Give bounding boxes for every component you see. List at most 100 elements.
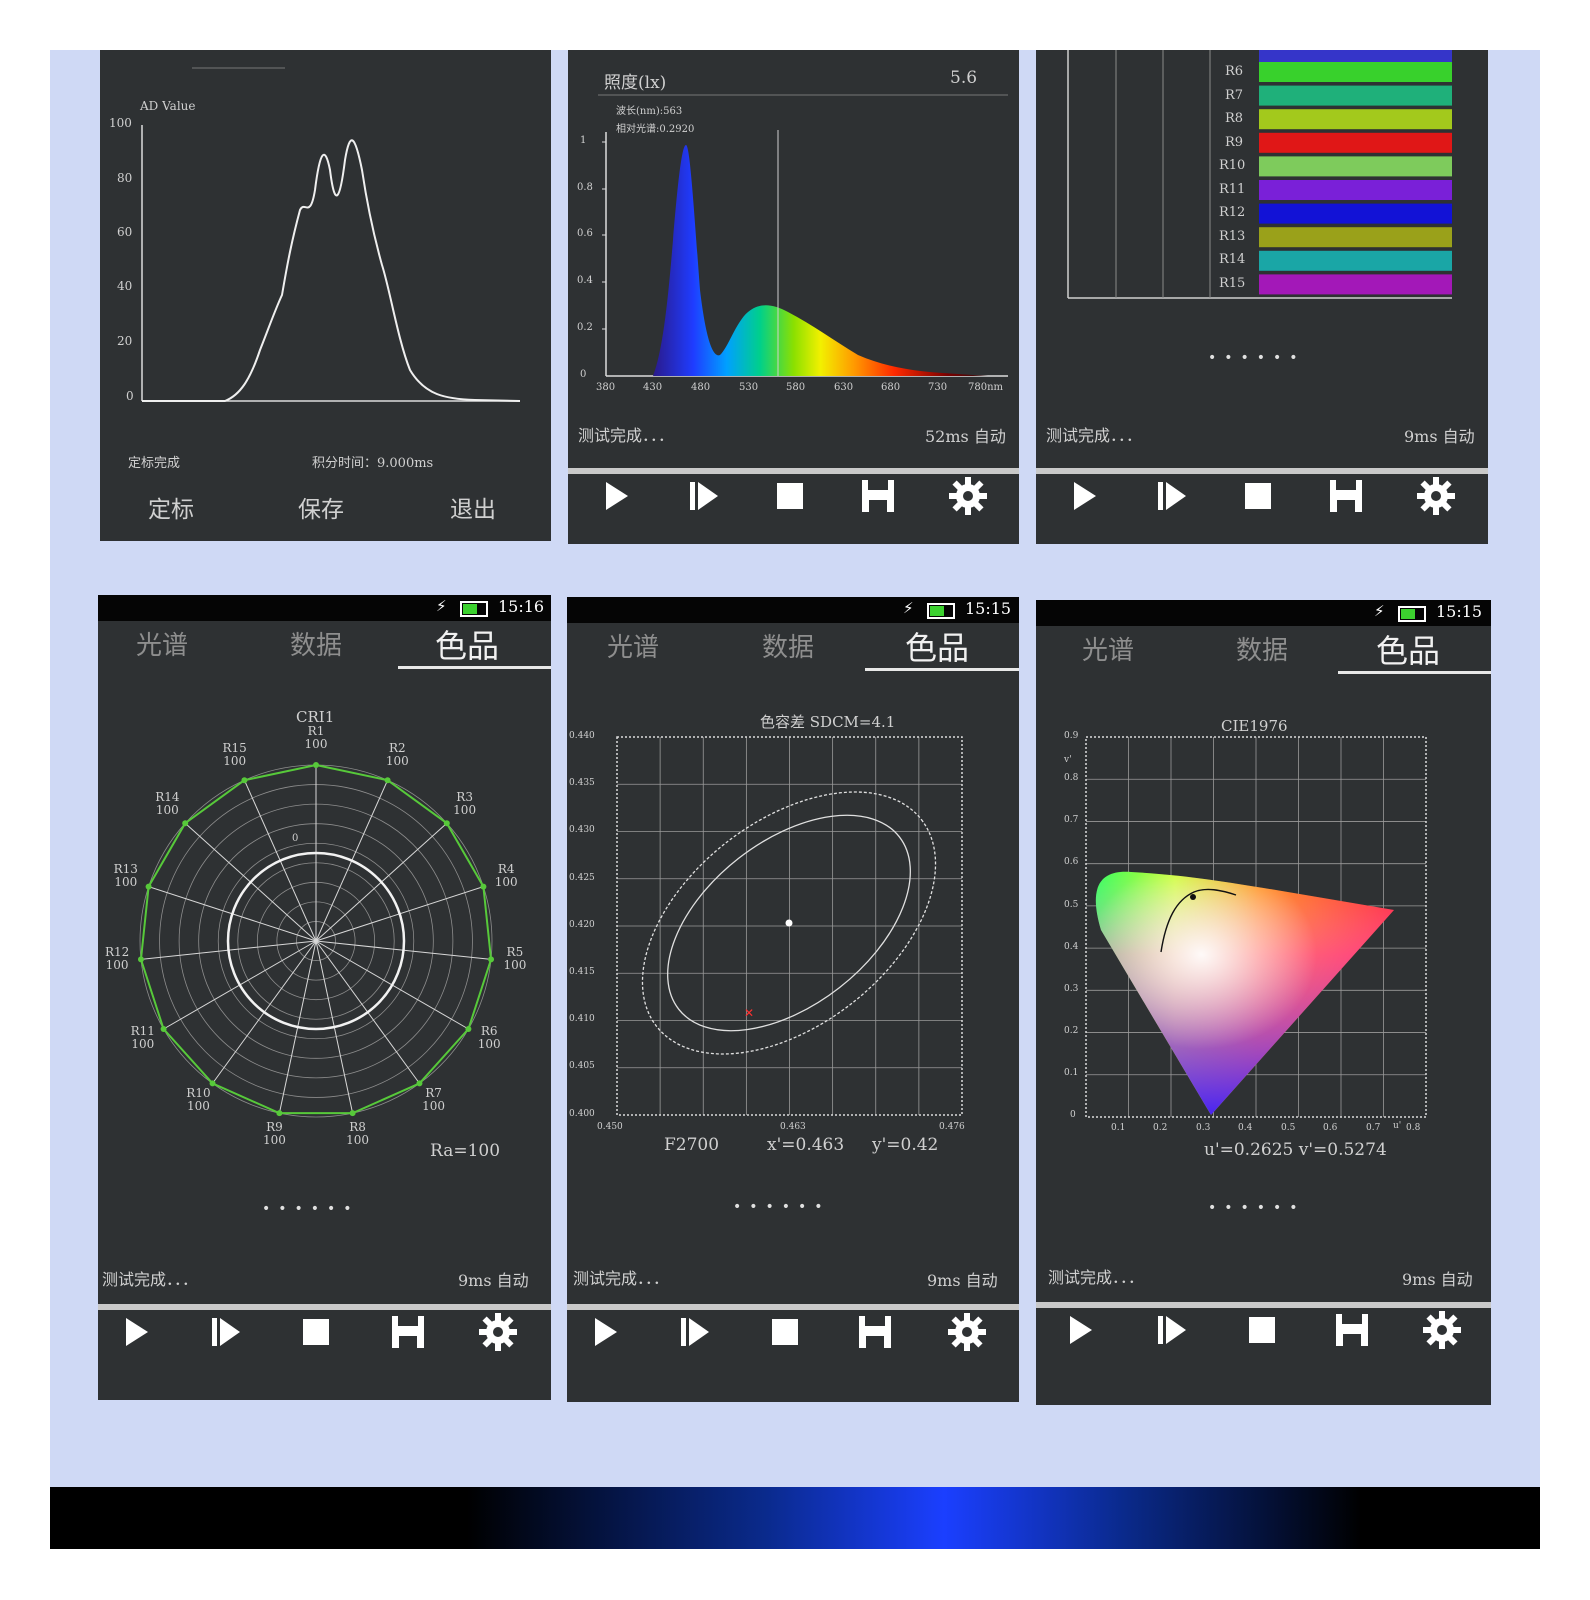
settings-icon[interactable] xyxy=(946,474,990,518)
cri-label: R2 100 xyxy=(385,741,409,769)
lux-label: 照度(lx) xyxy=(604,73,667,93)
y-tick: 80 xyxy=(117,171,133,185)
status-text: 测试完成．．． xyxy=(1046,426,1143,445)
settings-icon[interactable] xyxy=(1414,474,1458,518)
y-tick: 0.435 xyxy=(569,778,595,788)
lux-value: 5.6 xyxy=(950,68,978,88)
cri-label: R6 100 xyxy=(477,1024,501,1051)
ra-value: Ra=100 xyxy=(430,1141,501,1161)
x-tick: 0.3 xyxy=(1196,1123,1211,1133)
panel-spectrum: 照度(lx) 5.6 波长(nm):563 相对光谱:0.2920 1 0.8 … xyxy=(568,50,1019,544)
uv-readout: u'=0.2625 v'=0.5274 xyxy=(1204,1140,1387,1160)
toolbar xyxy=(567,1304,1019,1382)
toolbar xyxy=(1036,1302,1491,1380)
play-icon[interactable] xyxy=(1062,474,1106,518)
save-icon[interactable] xyxy=(386,1310,430,1354)
bar-label: R7 xyxy=(1225,88,1244,103)
stop-icon[interactable] xyxy=(294,1310,338,1354)
mode-text: 52ms 自动 xyxy=(925,427,1006,446)
y-tick: 40 xyxy=(117,279,133,293)
play-icon[interactable] xyxy=(594,474,638,518)
y-tick: 0.405 xyxy=(569,1061,595,1071)
status-text: 测试完成．．． xyxy=(573,1269,670,1288)
y-tick: 1 xyxy=(580,135,587,146)
mode-text: 9ms 自动 xyxy=(927,1271,998,1290)
toolbar xyxy=(1036,468,1488,544)
cri-label: R7 100 xyxy=(422,1085,445,1113)
page-indicator: •••••• xyxy=(733,1199,831,1215)
cri-point xyxy=(137,956,144,963)
y-tick: 0.430 xyxy=(569,825,595,835)
status-text: 测试完成．．． xyxy=(102,1270,199,1289)
play-icon[interactable] xyxy=(583,1310,627,1354)
settings-icon[interactable] xyxy=(476,1310,520,1354)
stop-icon[interactable] xyxy=(768,474,812,518)
cri-label: R9 100 xyxy=(262,1119,286,1147)
y-tick: 0 xyxy=(1070,1110,1076,1120)
calibrate-button[interactable]: 定标 xyxy=(148,490,194,524)
step-icon[interactable] xyxy=(682,474,726,518)
cri-label: R15 100 xyxy=(222,741,247,769)
exit-button[interactable]: 退出 xyxy=(450,490,496,524)
y-tick: 20 xyxy=(117,334,133,348)
page-indicator: •••••• xyxy=(1208,1200,1306,1216)
y-tick: 0.440 xyxy=(569,731,595,741)
y-tick: 0.420 xyxy=(569,920,595,930)
cri-label: R12 100 xyxy=(104,944,130,972)
step-icon[interactable] xyxy=(1150,1308,1194,1352)
y-tick: 0 xyxy=(580,369,587,380)
play-icon[interactable] xyxy=(114,1310,158,1354)
save-icon[interactable] xyxy=(853,1310,897,1354)
toolbar xyxy=(98,1304,551,1382)
cri-label: R13 100 xyxy=(113,862,138,890)
bar-label: R6 xyxy=(1225,64,1244,79)
x-tick: 0.463 xyxy=(780,1122,806,1132)
bottom-gradient-bar xyxy=(50,1487,1540,1549)
save-icon[interactable] xyxy=(856,474,900,518)
y-tick: 0.5 xyxy=(1064,900,1079,910)
panel-cri-radar: ⚡ 15:16 光谱 数据 色品 CRI1 0 R1 100 R2 100 R3 100 R… xyxy=(98,595,551,1400)
chart-title: CIE1976 xyxy=(1221,717,1288,735)
standard-label: F2700 xyxy=(664,1135,720,1155)
cri-point xyxy=(416,1080,423,1087)
save-icon[interactable] xyxy=(1330,1308,1374,1352)
x-tick: 580 xyxy=(786,382,806,393)
x-tick: 0.4 xyxy=(1238,1123,1253,1133)
x-tick: 0.6 xyxy=(1323,1123,1338,1133)
y-axis-label: v' xyxy=(1064,755,1072,765)
chart-title: 色容差 SDCM=4.1 xyxy=(760,713,896,731)
save-button[interactable]: 保存 xyxy=(298,490,344,524)
status-text: 定标完成 xyxy=(128,456,181,471)
wavelength-readout: 波长(nm):563 xyxy=(616,106,683,117)
cri-label: R14 100 xyxy=(155,790,180,818)
step-icon[interactable] xyxy=(1150,474,1194,518)
stop-icon[interactable] xyxy=(763,1310,807,1354)
y-tick: 0.4 xyxy=(577,275,593,286)
page-indicator: •••••• xyxy=(262,1201,360,1217)
panel-color-rendering-bars: R6 R7 R8 R9 R10 R11 R12 R13 R14 R15 ••••… xyxy=(1036,50,1488,544)
bar-label: R12 xyxy=(1219,205,1246,220)
cri-bar xyxy=(1259,274,1452,295)
stop-icon[interactable] xyxy=(1240,1308,1284,1352)
play-icon[interactable] xyxy=(1058,1308,1102,1352)
cri-bar xyxy=(1259,250,1452,271)
step-icon[interactable] xyxy=(204,1310,248,1354)
y-tick: 60 xyxy=(117,225,133,239)
y-tick: 100 xyxy=(109,116,132,130)
save-icon[interactable] xyxy=(1324,474,1368,518)
integration-time: 积分时间：9.000ms xyxy=(312,456,434,471)
step-icon[interactable] xyxy=(673,1310,717,1354)
cri-point xyxy=(182,820,189,827)
y-tick: 0.8 xyxy=(577,182,593,193)
settings-icon[interactable] xyxy=(945,1310,989,1354)
stop-icon[interactable] xyxy=(1236,474,1280,518)
status-text: 测试完成．．． xyxy=(578,426,675,445)
cri-point xyxy=(488,956,495,963)
x-tick: 730 xyxy=(928,382,948,393)
y-tick: 0.415 xyxy=(569,967,595,977)
cri-point xyxy=(160,1026,167,1032)
x-tick: 0.1 xyxy=(1111,1123,1126,1133)
settings-icon[interactable] xyxy=(1420,1308,1464,1352)
cri-label: R5 100 xyxy=(503,944,527,972)
x-tick: 0.8 xyxy=(1406,1123,1421,1133)
